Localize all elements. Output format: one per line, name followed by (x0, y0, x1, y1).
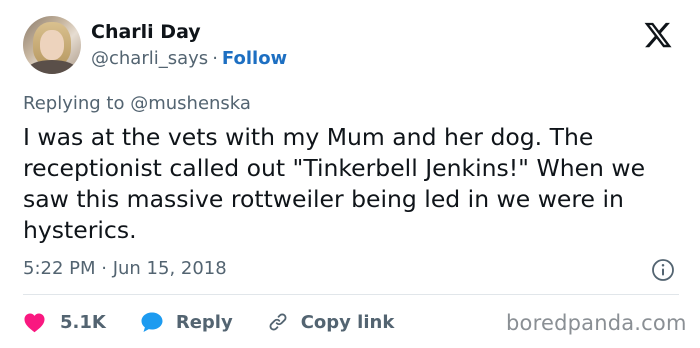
replying-to: Replying to @mushenska (23, 93, 251, 114)
handle-row: @charli_says · Follow (91, 48, 287, 69)
like-button[interactable]: 5.1K (23, 312, 106, 333)
tweet-card: Charli Day @charli_says · Follow Replying … (0, 0, 700, 348)
separator-dot: · (212, 48, 218, 69)
copy-link-button[interactable]: Copy link (267, 311, 395, 333)
reply-button[interactable]: Reply (140, 311, 233, 333)
divider (23, 294, 679, 295)
x-logo-icon[interactable] (643, 20, 673, 50)
follow-button[interactable]: Follow (222, 48, 287, 69)
link-icon (269, 313, 287, 331)
avatar-face (40, 30, 64, 60)
author-handle[interactable]: @charli_says (91, 48, 208, 69)
reply-label: Reply (175, 311, 233, 333)
replying-prefix: Replying to (23, 93, 125, 114)
info-icon[interactable] (651, 258, 675, 282)
author-name[interactable]: Charli Day (91, 21, 201, 43)
action-bar: 5.1K Reply Copy link (23, 306, 394, 338)
tweet-timestamp[interactable]: 5:22 PM · Jun 15, 2018 (23, 258, 227, 279)
copy-link-label: Copy link (300, 311, 395, 333)
watermark: boredpanda.com (506, 311, 687, 335)
tweet-text: I was at the vets with my Mum and her do… (23, 123, 646, 244)
like-count: 5.1K (60, 311, 106, 333)
avatar[interactable] (23, 16, 81, 74)
avatar-shoulders (27, 60, 77, 74)
heart-icon (24, 313, 45, 332)
speech-bubble-icon (141, 312, 163, 332)
reply-mention-link[interactable]: @mushenska (130, 93, 251, 114)
